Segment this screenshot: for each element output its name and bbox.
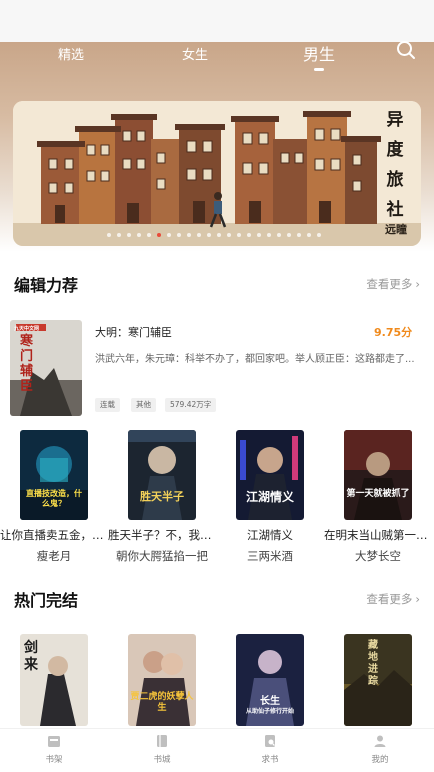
- carousel-dot[interactable]: [227, 233, 231, 237]
- hot-complete-more-link[interactable]: 查看更多 ›: [366, 591, 420, 607]
- profile-icon: [374, 735, 386, 747]
- carousel-dot[interactable]: [107, 233, 111, 237]
- book-cover[interactable]: 藏地进踪: [344, 634, 412, 726]
- nav-label: 书架: [45, 755, 63, 765]
- book-title: 江湖情义: [247, 528, 293, 542]
- book-title: 胜天半子？不，我要你满盘...: [108, 528, 216, 542]
- carousel-dot[interactable]: [217, 233, 221, 237]
- cover-title-text: 长生: [260, 696, 280, 707]
- book-cover[interactable]: 贾二虎的妖孽人生: [128, 634, 196, 726]
- category-tag: 其他: [131, 398, 156, 412]
- book-cover: 直播技改造，什么鬼？: [20, 430, 88, 520]
- banner-author: 远瞳: [385, 223, 407, 236]
- nav-label: 求书: [261, 755, 279, 765]
- nav-item-profile[interactable]: 我的: [350, 733, 410, 765]
- bookshelf-icon: [48, 736, 60, 747]
- search-icon: [397, 41, 415, 59]
- tab-female[interactable]: 女生: [182, 44, 208, 63]
- bookstore-icon: [157, 735, 167, 747]
- book-cover: 胜天半子: [128, 430, 196, 520]
- book-title: 让你直播卖五金，你怎么搞...: [0, 528, 108, 542]
- cover-title-text: 剑来: [24, 640, 38, 673]
- cover-publisher-badge: 九天中文网: [14, 326, 40, 332]
- nav-label: 我的: [371, 755, 389, 765]
- carousel-dot[interactable]: [237, 233, 241, 237]
- top-tab-bar: 精选 女生 男生: [0, 40, 434, 74]
- carousel-dot[interactable]: [287, 233, 291, 237]
- book-item[interactable]: 直播技改造，什么鬼？ 让你直播卖五金，你怎么搞... 瘦老月: [0, 430, 108, 570]
- carousel-dot[interactable]: [307, 233, 311, 237]
- book-item[interactable]: 第一天就被抓了 在明末当山贼第一天就被... 大梦长空: [324, 430, 432, 570]
- request-book-icon: [265, 735, 275, 747]
- nav-item-bookstore[interactable]: 书城: [132, 733, 192, 765]
- search-button[interactable]: [394, 38, 418, 62]
- carousel-dot[interactable]: [197, 233, 201, 237]
- cover-title-text: 贾二虎的妖孽人生: [130, 692, 194, 713]
- cover-title-text: 直播技改造，什么鬼？: [26, 488, 82, 508]
- carousel-dot[interactable]: [257, 233, 261, 237]
- book-cover: 江湖情义: [236, 430, 304, 520]
- banner-title: 异 度 旅 社: [386, 110, 404, 220]
- book-author: 大梦长空: [355, 549, 401, 563]
- status-bar: [0, 0, 434, 42]
- section-title-editor-picks: 编辑力荐: [14, 276, 79, 295]
- book-cover-image: [344, 430, 412, 520]
- featured-book-title: 大明：寒门辅臣: [95, 326, 172, 339]
- book-item[interactable]: 江湖情义 江湖情义 三两米酒: [216, 430, 324, 570]
- book-cover[interactable]: 剑来: [20, 634, 88, 726]
- section-title-hot-complete: 热门完结: [14, 591, 79, 610]
- active-tab-indicator: [314, 68, 324, 71]
- book-author: 瘦老月: [36, 549, 72, 563]
- cover-subtitle-text: 从助仙子修行开始: [245, 708, 294, 715]
- carousel-dot[interactable]: [187, 233, 191, 237]
- featured-book-description: 洪武六年，朱元璋：科举不办了，都回家吧。举人顾正臣：这路都走了...: [95, 354, 415, 365]
- carousel-dot[interactable]: [147, 233, 151, 237]
- carousel-dot[interactable]: [317, 233, 321, 237]
- book-cover: 第一天就被抓了: [344, 430, 412, 520]
- more-link-label: 查看更多: [366, 592, 413, 606]
- carousel-dot[interactable]: [177, 233, 181, 237]
- carousel-dot[interactable]: [127, 233, 131, 237]
- cover-title-text: 藏地进踪: [368, 640, 378, 687]
- tab-male[interactable]: 男生: [303, 41, 335, 65]
- cover-title-text: 第一天就被抓了: [346, 489, 410, 499]
- status-tag: 连载: [95, 398, 120, 412]
- word-count-tag: 579.42万字: [165, 398, 217, 412]
- book-author: 朝你大腭猛掐一把: [116, 549, 208, 563]
- book-cover-image: [128, 430, 196, 520]
- carousel-indicator: [107, 233, 321, 237]
- nav-label: 书城: [153, 755, 171, 765]
- carousel-dot[interactable]: [277, 233, 281, 237]
- carousel-dot[interactable]: [267, 233, 271, 237]
- nav-item-bookshelf[interactable]: 书架: [24, 733, 84, 765]
- cover-title-text: 胜天半子: [140, 490, 184, 503]
- featured-book-cover: 九天中文网 寒门辅臣: [10, 320, 82, 416]
- cover-title-text: 江湖情义: [245, 490, 294, 504]
- carousel-dot[interactable]: [117, 233, 121, 237]
- nav-item-request-book[interactable]: 求书: [240, 733, 300, 765]
- carousel-dot[interactable]: [167, 233, 171, 237]
- more-link-label: 查看更多: [366, 277, 413, 291]
- carousel-dot[interactable]: [297, 233, 301, 237]
- editor-picks-more-link[interactable]: 查看更多 ›: [366, 276, 420, 292]
- chevron-right-icon: ›: [415, 592, 420, 606]
- featured-book-score: 9.75分: [374, 326, 413, 339]
- carousel-dot[interactable]: [247, 233, 251, 237]
- book-title: 在明末当山贼第一天就被...: [324, 528, 432, 542]
- tab-featured[interactable]: 精选: [58, 44, 84, 63]
- promo-banner[interactable]: 异 度 旅 社 远瞳: [13, 101, 421, 246]
- cover-title-text: 寒门辅臣: [20, 334, 34, 394]
- carousel-dot[interactable]: [137, 233, 141, 237]
- carousel-dot[interactable]: [207, 233, 211, 237]
- book-cover-image: [236, 430, 304, 520]
- bottom-navigation: 书架 书城 求书 我的: [0, 728, 434, 772]
- carousel-dot-active[interactable]: [157, 233, 161, 237]
- chevron-right-icon: ›: [415, 277, 420, 291]
- book-cover[interactable]: 长生 从助仙子修行开始: [236, 634, 304, 726]
- banner-illustration: [13, 101, 421, 246]
- book-author: 三两米酒: [247, 549, 293, 563]
- book-item[interactable]: 胜天半子 胜天半子？不，我要你满盘... 朝你大腭猛掐一把: [108, 430, 216, 570]
- featured-book-card[interactable]: 九天中文网 寒门辅臣 大明：寒门辅臣 9.75分 洪武六年，朱元璋：科举不办了，…: [0, 314, 434, 420]
